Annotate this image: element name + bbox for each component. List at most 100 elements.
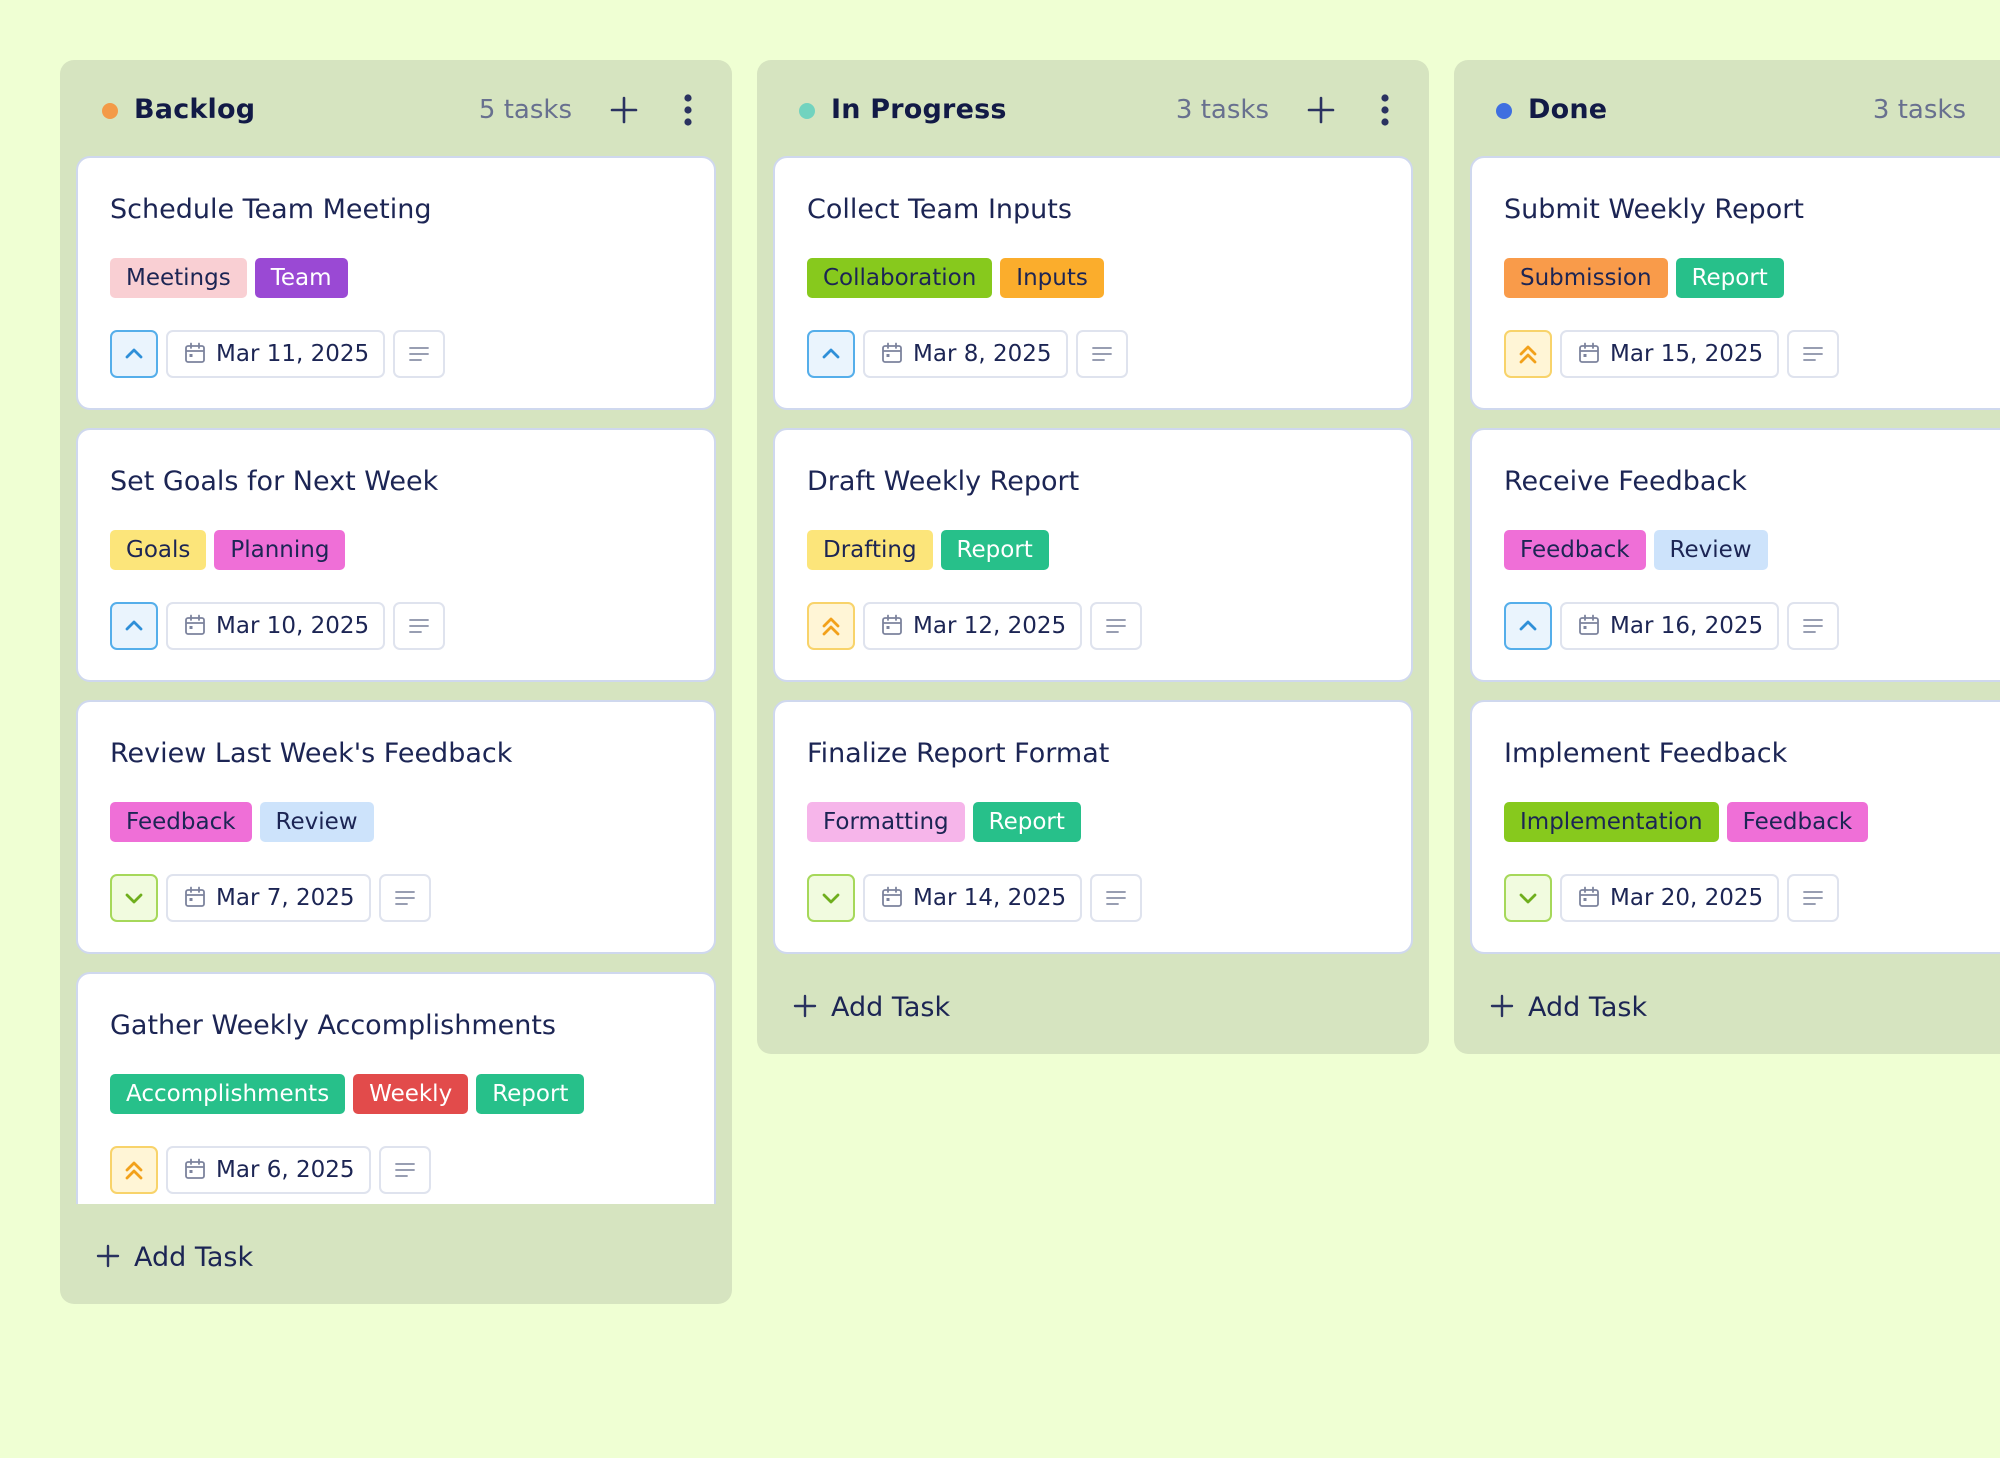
priority-badge[interactable] [110,1146,158,1194]
description-button[interactable] [378,1146,431,1194]
tag-badge: Drafting [807,530,933,570]
calendar-icon [185,342,205,363]
due-date[interactable]: Mar 15, 2025 [1560,330,1780,378]
priority-badge[interactable] [110,330,158,378]
text-lines-icon [1106,891,1127,905]
description-button[interactable] [1075,330,1128,378]
column-header: Done 3 tasks [1454,60,2000,158]
task-title: Collect Team Inputs [807,194,1072,225]
tag-list: Collaboration Inputs [807,258,1112,298]
task-meta: Mar 10, 2025 [110,602,446,650]
add-task-button[interactable] [608,94,640,126]
add-task-label: Add Task [134,1242,254,1273]
column-menu-button[interactable] [1379,92,1391,128]
priority-badge[interactable] [110,874,158,922]
text-lines-icon [394,891,415,905]
text-lines-icon [1106,619,1127,633]
add-task-link[interactable]: Add Task [96,1238,253,1278]
calendar-icon [185,886,205,907]
due-date[interactable]: Mar 16, 2025 [1560,602,1780,650]
status-dot [1496,103,1512,119]
add-task-link[interactable]: Add Task [793,988,950,1028]
priority-badge[interactable] [1504,874,1552,922]
description-button[interactable] [1787,330,1840,378]
text-lines-icon [409,619,430,633]
due-date[interactable]: Mar 8, 2025 [863,330,1068,378]
task-card[interactable]: Receive Feedback Feedback Review Mar 16, 20… [1470,428,2000,682]
task-meta: Mar 20, 2025 [1504,874,1840,922]
due-date[interactable]: Mar 7, 2025 [166,874,371,922]
description-button[interactable] [378,874,431,922]
text-lines-icon [1803,619,1824,633]
calendar-icon [1579,342,1599,363]
task-count: 3 tasks [1872,95,1966,125]
priority-badge[interactable] [807,330,855,378]
chevron-down-icon [1519,893,1537,904]
text-lines-icon [1091,347,1112,361]
due-date[interactable]: Mar 10, 2025 [166,602,386,650]
task-card[interactable]: Schedule Team Meeting Meetings Team Mar 11,… [76,156,716,410]
text-lines-icon [409,347,430,361]
description-button[interactable] [393,602,446,650]
due-date-text: Mar 12, 2025 [913,613,1067,639]
tag-list: Formatting Report [807,802,1089,842]
task-card[interactable]: Finalize Report Format Formatting Report Ma… [773,700,1413,954]
due-date[interactable]: Mar 6, 2025 [166,1146,371,1194]
tag-list: Implementation Feedback [1504,802,1876,842]
task-card[interactable]: Draft Weekly Report Drafting Report Mar 12,… [773,428,1413,682]
task-card[interactable]: Submit Weekly Report Submission Report Mar … [1470,156,2000,410]
tag-badge: Accomplishments [110,1074,346,1114]
tag-list: Feedback Review [110,802,382,842]
description-button[interactable] [1787,874,1840,922]
tag-badge: Meetings [110,258,247,298]
due-date[interactable]: Mar 11, 2025 [166,330,386,378]
plus-icon [96,1244,120,1268]
priority-badge[interactable] [1504,330,1552,378]
calendar-icon [882,886,902,907]
task-card[interactable]: Implement Feedback Implementation Feedback… [1470,700,2000,954]
due-date[interactable]: Mar 14, 2025 [863,874,1083,922]
add-task-button[interactable] [1305,94,1337,126]
column-menu-button[interactable] [682,92,694,128]
card-list: Schedule Team Meeting Meetings Team Mar 11,… [76,156,716,1204]
task-count: 3 tasks [1175,95,1269,125]
add-task-label: Add Task [831,992,951,1023]
card-list: Submit Weekly Report Submission Report Mar … [1470,156,2000,954]
tag-badge: Review [259,802,374,842]
task-card[interactable]: Gather Weekly Accomplishments Accomplishm… [76,972,716,1204]
due-date-text: Mar 14, 2025 [913,885,1067,911]
description-button[interactable] [1090,602,1143,650]
description-button[interactable] [1787,602,1840,650]
due-date[interactable]: Mar 20, 2025 [1560,874,1780,922]
tag-badge: Weekly [353,1074,469,1114]
due-date-text: Mar 20, 2025 [1610,885,1764,911]
task-meta: Mar 16, 2025 [1504,602,1840,650]
tag-list: Goals Planning [110,530,353,570]
task-meta: Mar 11, 2025 [110,330,446,378]
task-meta: Mar 14, 2025 [807,874,1143,922]
column-header: In Progress 3 tasks [757,60,1429,158]
description-button[interactable] [393,330,446,378]
calendar-icon [1579,614,1599,635]
task-title: Review Last Week's Feedback [110,738,513,769]
priority-badge[interactable] [1504,602,1552,650]
due-date[interactable]: Mar 12, 2025 [863,602,1083,650]
add-task-label: Add Task [1528,992,1648,1023]
priority-badge[interactable] [807,874,855,922]
column-in-progress: In Progress 3 tasks Collect Team Inputs Col… [757,60,1429,1054]
tag-list: Submission Report [1504,258,1792,298]
tag-badge: Review [1653,530,1768,570]
description-button[interactable] [1090,874,1143,922]
task-title: Draft Weekly Report [807,466,1080,497]
tag-list: Meetings Team [110,258,356,298]
priority-badge[interactable] [110,602,158,650]
task-card[interactable]: Set Goals for Next Week Goals Planning Mar … [76,428,716,682]
add-task-link[interactable]: Add Task [1490,988,1647,1028]
due-date-text: Mar 6, 2025 [216,1157,355,1183]
task-card[interactable]: Review Last Week's Feedback Feedback Revie… [76,700,716,954]
tag-badge: Goals [110,530,207,570]
status-dot [799,103,815,119]
priority-badge[interactable] [807,602,855,650]
task-card[interactable]: Collect Team Inputs Collaboration Inputs Ma… [773,156,1413,410]
text-lines-icon [394,1163,415,1177]
